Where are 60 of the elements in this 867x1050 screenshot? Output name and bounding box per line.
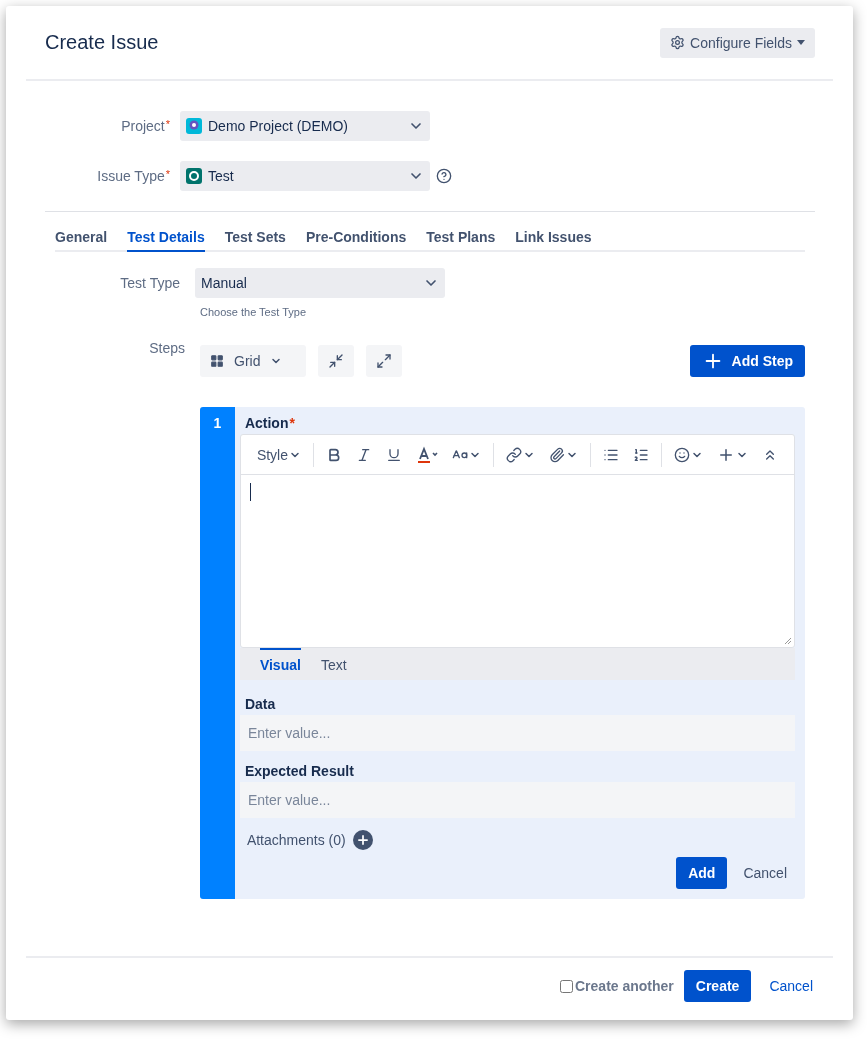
- text-color-icon: [416, 445, 438, 464]
- configure-fields-button[interactable]: Configure Fields: [660, 27, 815, 58]
- expected-result-field[interactable]: Enter value...: [239, 782, 795, 818]
- link-icon: [506, 446, 522, 463]
- field-label: Data: [243, 696, 277, 712]
- field-hint: Choose the Test Type: [200, 306, 307, 318]
- select-field[interactable]: Manual: [195, 268, 445, 298]
- tab[interactable]: General: [55, 225, 108, 252]
- resize-handle-icon[interactable]: [784, 637, 792, 645]
- view-dropdown[interactable]: Grid: [200, 345, 306, 377]
- field-label: Steps: [148, 340, 185, 358]
- expand-icon: [376, 353, 392, 369]
- add-attachment-button[interactable]: [352, 830, 373, 850]
- select-field[interactable]: Demo Project (DEMO): [180, 111, 430, 141]
- numbered-list-icon: [633, 446, 649, 463]
- paperclip-icon: [549, 446, 565, 463]
- cancel-link[interactable]: Cancel: [761, 970, 821, 1002]
- underline-icon: [386, 446, 402, 463]
- create-button[interactable]: Create: [683, 970, 752, 1002]
- field-label: Issue Type: [97, 168, 165, 184]
- add-button[interactable]: Add: [676, 857, 728, 889]
- select-field[interactable]: Test: [180, 161, 430, 191]
- grid-icon: [210, 354, 224, 368]
- tab[interactable]: Pre-Conditions: [305, 225, 407, 252]
- tab[interactable]: Test Plans: [426, 225, 496, 252]
- checkbox-label: Create another: [575, 978, 674, 994]
- editor-mode-tab[interactable]: Text: [320, 648, 347, 680]
- collapse-icon: [328, 353, 344, 369]
- required-mark: *: [165, 118, 170, 130]
- required-mark: *: [289, 415, 295, 431]
- cancel-button[interactable]: Cancel: [735, 857, 795, 889]
- tab[interactable]: Test Sets: [224, 225, 286, 252]
- step-number: 1: [200, 407, 235, 899]
- add-step-button[interactable]: Add Step: [689, 345, 805, 377]
- required-mark: *: [165, 168, 170, 180]
- plus-icon: [355, 833, 370, 847]
- tab[interactable]: Link Issues: [515, 225, 592, 252]
- field-label: Action: [244, 415, 289, 431]
- caret-icon: [797, 40, 805, 45]
- checkbox[interactable]: [560, 979, 573, 993]
- test-issue-icon: [186, 168, 202, 184]
- field-label: Project: [121, 118, 165, 134]
- help-icon[interactable]: [436, 168, 452, 184]
- style-dropdown[interactable]: Style: [250, 440, 307, 469]
- collapse-button[interactable]: [318, 345, 354, 377]
- rich-text-editor[interactable]: Style: [239, 434, 795, 648]
- field-label: Test Type: [119, 275, 181, 291]
- text-cursor: [249, 483, 251, 501]
- editor-mode-tab[interactable]: Visual: [259, 648, 301, 680]
- tab[interactable]: Test Details: [127, 225, 205, 252]
- smiley-icon: [674, 446, 690, 463]
- field-label: Expected Result: [243, 763, 355, 779]
- data-field[interactable]: Enter value...: [239, 715, 795, 751]
- italic-icon: [356, 446, 372, 463]
- attachments-label: Attachments (0): [246, 832, 346, 848]
- settings-icon: [670, 35, 686, 50]
- bold-icon: [326, 446, 342, 463]
- project-avatar-icon: [186, 118, 202, 134]
- expand-button[interactable]: [366, 345, 402, 377]
- dialog-title: Create Issue: [45, 31, 159, 54]
